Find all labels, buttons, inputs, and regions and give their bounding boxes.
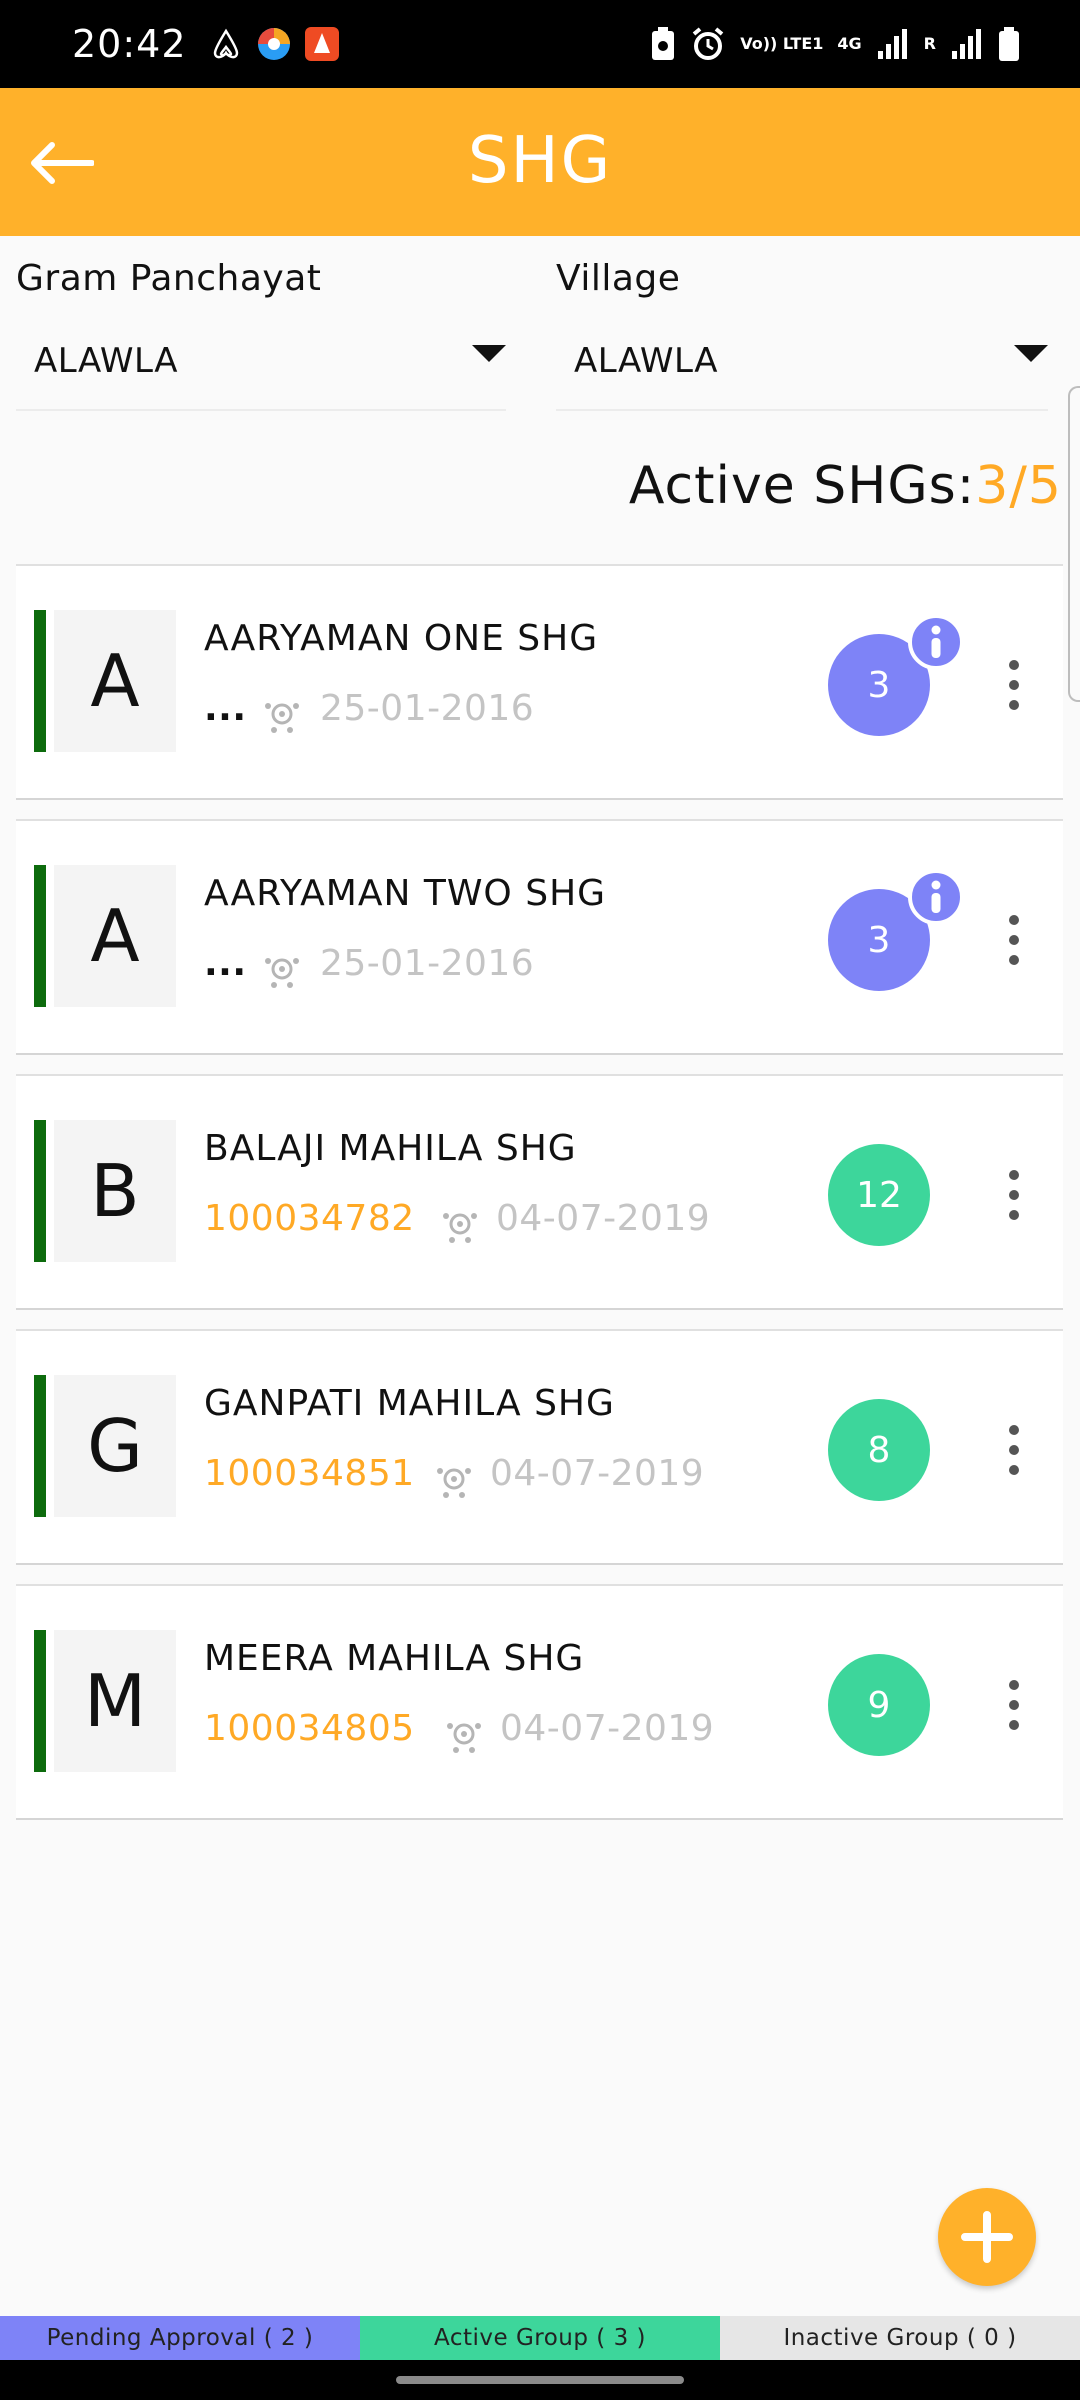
- status-bar: 20:42 Vo)) LTE1 4G R: [0, 0, 1080, 88]
- network-type-label: 4G: [837, 34, 862, 53]
- gram-panchayat-select[interactable]: ALAWLA: [16, 341, 506, 411]
- more-vertical-icon[interactable]: [1004, 915, 1024, 965]
- alarm-icon: [690, 26, 726, 62]
- shg-formation-date: 04-07-2019: [490, 1453, 705, 1494]
- member-count-badge: 12: [828, 1144, 930, 1246]
- village-label: Village: [556, 258, 681, 299]
- shg-name: AARYAMAN TWO SHG: [204, 873, 607, 914]
- fire-app-icon: [303, 25, 341, 63]
- status-accent-bar: [34, 1630, 46, 1772]
- more-vertical-icon[interactable]: [1004, 660, 1024, 710]
- active-shg-separator: /: [1009, 456, 1028, 516]
- active-shg-number: 3: [975, 456, 1010, 516]
- roaming-label: R: [923, 34, 936, 53]
- member-count-badge: 8: [828, 1399, 930, 1501]
- shg-name: MEERA MAHILA SHG: [204, 1638, 585, 1679]
- browser-app-icon: [255, 25, 293, 63]
- dropdown-arrow-icon: [1014, 345, 1048, 362]
- shg-avatar: A: [54, 865, 176, 1007]
- gram-panchayat-filter: Gram Panchayat ALAWLA: [16, 258, 506, 411]
- shg-card[interactable]: M MEERA MAHILA SHG 100034805 04-07-2019 …: [16, 1584, 1063, 1820]
- shg-formation-date: 25-01-2016: [320, 943, 535, 984]
- active-shg-label: Active SHGs:: [628, 456, 976, 516]
- signal-strength-2-icon: [950, 27, 984, 61]
- village-value: ALAWLA: [574, 341, 718, 381]
- status-right: Vo)) LTE1 4G R: [650, 26, 1020, 62]
- airbnb-app-icon: [207, 25, 245, 63]
- shg-card[interactable]: A AARYAMAN ONE SHG ... 25-01-2016 3: [16, 564, 1063, 800]
- shg-formation-date: 04-07-2019: [496, 1198, 711, 1239]
- village-filter: Village ALAWLA: [556, 258, 1048, 411]
- dropdown-arrow-icon: [472, 345, 506, 362]
- shg-avatar: M: [54, 1630, 176, 1772]
- status-time: 20:42: [72, 22, 187, 66]
- meeting-group-icon: [265, 958, 299, 988]
- meeting-group-icon: [437, 1468, 471, 1498]
- shg-code: 100034782: [204, 1198, 415, 1239]
- total-shg-number: 5: [1027, 456, 1062, 516]
- info-icon: [931, 625, 941, 658]
- status-tabs: Pending Approval ( 2 ) Active Group ( 3 …: [0, 2316, 1080, 2360]
- home-gesture-handle[interactable]: [396, 2376, 684, 2384]
- more-vertical-icon[interactable]: [1004, 1680, 1024, 1730]
- side-drawer-handle[interactable]: [1068, 386, 1080, 702]
- app-bar: SHG: [0, 88, 1080, 236]
- shg-name: BALAJI MAHILA SHG: [204, 1128, 577, 1169]
- info-button[interactable]: [908, 614, 964, 670]
- shg-name: AARYAMAN ONE SHG: [204, 618, 599, 659]
- status-accent-bar: [34, 1120, 46, 1262]
- more-vertical-icon[interactable]: [1004, 1170, 1024, 1220]
- shg-code: ...: [204, 688, 247, 729]
- volte-label: Vo)) LTE1: [740, 34, 824, 53]
- notification-icons: [207, 25, 341, 63]
- add-shg-button[interactable]: [938, 2188, 1036, 2286]
- tab-active-group[interactable]: Active Group ( 3 ): [360, 2316, 720, 2360]
- shg-card[interactable]: A AARYAMAN TWO SHG ... 25-01-2016 3: [16, 819, 1063, 1055]
- status-accent-bar: [34, 865, 46, 1007]
- page-title: SHG: [467, 124, 613, 198]
- shg-formation-date: 25-01-2016: [320, 688, 535, 729]
- meeting-group-icon: [447, 1723, 481, 1753]
- shg-code: 100034851: [204, 1453, 415, 1494]
- shg-card[interactable]: B BALAJI MAHILA SHG 100034782 04-07-2019…: [16, 1074, 1063, 1310]
- gram-panchayat-value: ALAWLA: [34, 341, 178, 381]
- signal-strength-icon: [876, 27, 910, 61]
- active-shg-count: Active SHGs:3/5: [629, 456, 1062, 516]
- battery-icon: [998, 26, 1020, 62]
- meeting-group-icon: [443, 1213, 477, 1243]
- shg-code: 100034805: [204, 1708, 415, 1749]
- info-button[interactable]: [908, 869, 964, 925]
- shg-name: GANPATI MAHILA SHG: [204, 1383, 615, 1424]
- more-vertical-icon[interactable]: [1004, 1425, 1024, 1475]
- member-count-badge: 9: [828, 1654, 930, 1756]
- status-accent-bar: [34, 1375, 46, 1517]
- battery-saver-icon: [650, 26, 676, 62]
- shg-avatar: A: [54, 610, 176, 752]
- status-accent-bar: [34, 610, 46, 752]
- meeting-group-icon: [265, 703, 299, 733]
- status-left: 20:42: [72, 22, 341, 66]
- info-icon: [931, 880, 941, 913]
- shg-avatar: B: [54, 1120, 176, 1262]
- plus-icon: [961, 2211, 1013, 2263]
- tab-pending-approval[interactable]: Pending Approval ( 2 ): [0, 2316, 360, 2360]
- gram-panchayat-label: Gram Panchayat: [16, 258, 322, 299]
- tab-inactive-group[interactable]: Inactive Group ( 0 ): [720, 2316, 1080, 2360]
- shg-formation-date: 04-07-2019: [500, 1708, 715, 1749]
- system-nav-bar: [0, 2360, 1080, 2400]
- village-select[interactable]: ALAWLA: [556, 341, 1048, 411]
- shg-code: ...: [204, 943, 247, 984]
- shg-card[interactable]: G GANPATI MAHILA SHG 100034851 04-07-201…: [16, 1329, 1063, 1565]
- shg-avatar: G: [54, 1375, 176, 1517]
